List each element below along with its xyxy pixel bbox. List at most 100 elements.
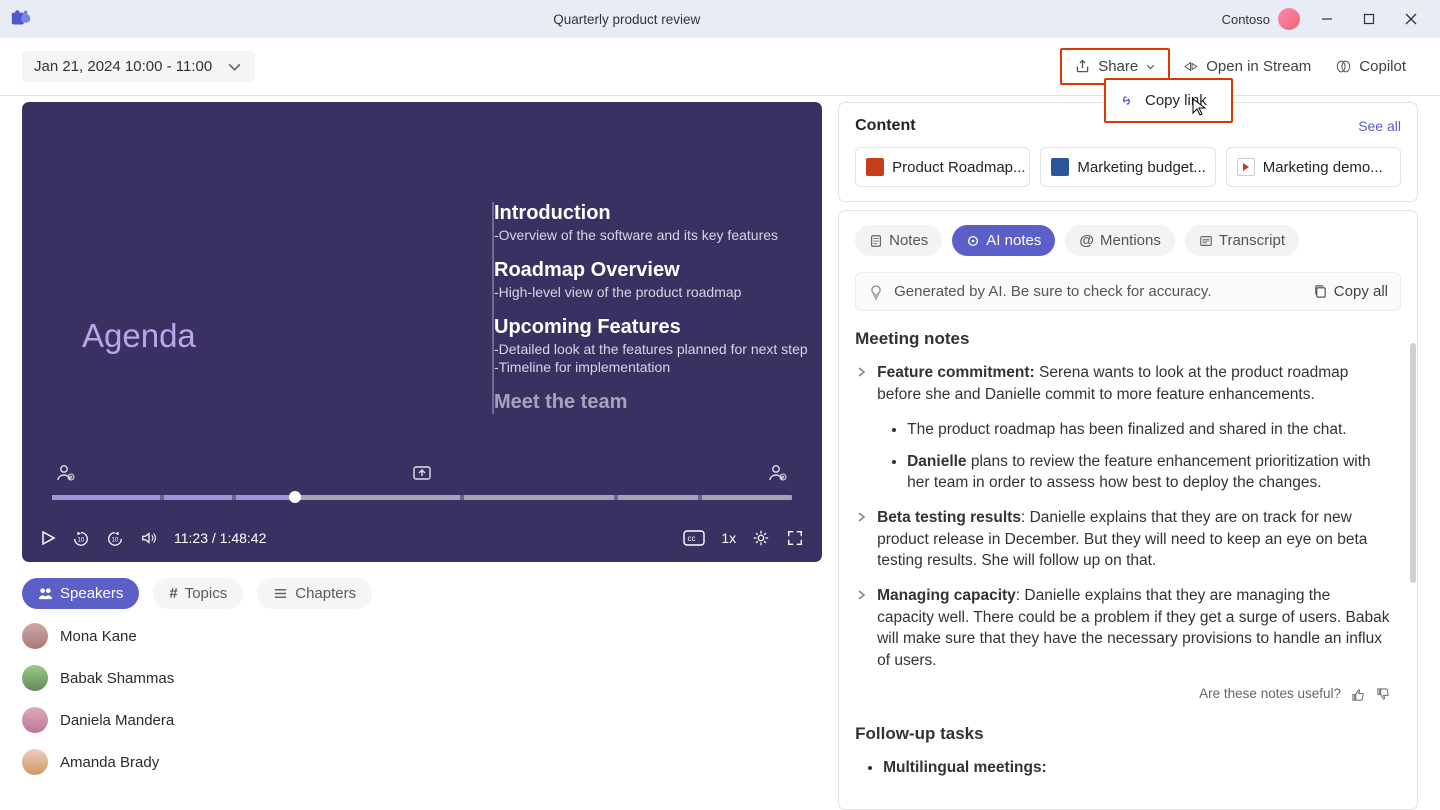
content-title: Content [855,117,915,135]
share-icon [1074,58,1091,75]
tab-transcript[interactable]: Transcript [1185,225,1299,256]
agenda-item-sub: -Timeline for implementation [494,359,822,375]
agenda-item-title: Upcoming Features [494,316,822,339]
note-sub-bullet: Danielle plans to review the feature enh… [907,451,1391,494]
doc-item[interactable]: Marketing demo... [1226,147,1401,187]
thumbs-down-button[interactable] [1376,687,1391,702]
account-name: Contoso [1222,12,1270,27]
rewind-10-button[interactable]: 10 [72,529,90,547]
agenda-item-sub: -Detailed look at the features planned f… [494,341,822,357]
cursor-icon [1191,97,1207,117]
note-item[interactable]: Beta testing results: Danielle explains … [855,507,1391,571]
note-item[interactable]: Feature commitment: Serena wants to look… [855,362,1391,405]
note-sub-bullet: The product roadmap has been finalized a… [907,419,1391,440]
open-in-stream-label: Open in Stream [1206,58,1311,75]
tab-ai-notes[interactable]: AI notes [952,225,1055,256]
lightbulb-icon [868,284,884,300]
speaker-row[interactable]: Daniela Mandera [22,707,822,733]
copy-icon [1313,284,1328,299]
date-range-label: Jan 21, 2024 10:00 - 11:00 [34,58,212,75]
copy-link-menu-item[interactable]: Copy link [1104,78,1233,123]
notes-tabs: Notes AI notes @Mentions Transcript [855,225,1401,256]
notes-body: Meeting notes Feature commitment: Serena… [855,327,1401,792]
svg-text:10: 10 [111,537,119,544]
slide-agenda-items: Introduction-Overview of the software an… [492,202,822,414]
teams-icon [10,8,32,30]
copy-all-button[interactable]: Copy all [1313,283,1388,300]
avatar-icon [22,749,48,775]
feedback-text: Are these notes useful? [1199,685,1341,704]
note-item[interactable]: Managing capacity: Danielle explains tha… [855,585,1391,671]
tab-topics[interactable]: #Topics [153,578,243,609]
tab-notes[interactable]: Notes [855,225,942,256]
tab-mentions[interactable]: @Mentions [1065,225,1175,256]
close-button[interactable] [1390,0,1432,38]
avatar-icon [22,707,48,733]
notes-card: Notes AI notes @Mentions Transcript Gene… [838,210,1418,810]
video-file-icon [1237,158,1255,176]
titlebar: Quarterly product review Contoso [0,0,1440,38]
scrollbar[interactable] [1410,343,1416,583]
powerpoint-icon [866,158,884,176]
share-label: Share [1098,58,1138,75]
volume-button[interactable] [140,529,158,547]
speaker-name: Babak Shammas [60,670,230,687]
copilot-button[interactable]: Copilot [1323,50,1418,83]
window-title: Quarterly product review [32,12,1222,27]
agenda-item-sub: -High-level view of the product roadmap [494,284,822,300]
chevron-right-icon [855,589,867,671]
stream-icon [1182,58,1199,75]
minimize-button[interactable] [1306,0,1348,38]
forward-10-button[interactable]: 10 [106,529,124,547]
meeting-notes-heading: Meeting notes [855,327,1391,350]
avatar-icon [22,665,48,691]
speakers-list: Mona Kane Babak Shammas [22,623,822,775]
settings-button[interactable] [752,529,770,547]
maximize-button[interactable] [1348,0,1390,38]
word-icon [1051,158,1069,176]
avatar-icon [22,623,48,649]
add-people-left-icon[interactable] [56,464,76,482]
tab-speakers[interactable]: Speakers [22,578,139,609]
followup-heading: Follow-up tasks [855,722,1391,745]
video-player[interactable]: Agenda Introduction-Overview of the soft… [22,102,822,562]
speaker-name: Amanda Brady [60,754,230,771]
timecode: 11:23 / 1:48:42 [174,530,266,546]
followup-item: Multilingual meetings: [883,757,1391,778]
tab-chapters[interactable]: Chapters [257,578,372,609]
screen-share-icon[interactable] [412,464,432,482]
thumbs-up-button[interactable] [1351,687,1366,702]
playback-speed[interactable]: 1x [721,530,736,546]
fullscreen-button[interactable] [786,529,804,547]
speaker-row[interactable]: Amanda Brady [22,749,822,775]
link-icon [1118,92,1135,109]
chevron-down-icon [226,58,243,75]
ai-banner: Generated by AI. Be sure to check for ac… [855,272,1401,311]
video-tabs: Speakers #Topics Chapters [22,578,822,609]
add-people-right-icon[interactable] [768,464,788,482]
agenda-item-title: Meet the team [494,391,822,414]
doc-item[interactable]: Marketing budget... [1040,147,1215,187]
date-range-select[interactable]: Jan 21, 2024 10:00 - 11:00 [22,51,255,82]
speaker-name: Mona Kane [60,628,230,645]
copilot-icon [1335,58,1352,75]
scrubber-knob[interactable] [289,491,301,503]
slide-agenda-label: Agenda [82,317,196,355]
see-all-link[interactable]: See all [1358,118,1401,134]
agenda-item-title: Roadmap Overview [494,259,822,282]
captions-button[interactable]: cc [683,530,705,546]
copilot-label: Copilot [1359,58,1406,75]
chevron-right-icon [855,511,867,571]
speaker-row[interactable]: Mona Kane [22,623,822,649]
svg-text:10: 10 [77,537,85,544]
play-button[interactable] [40,530,56,546]
account-info[interactable]: Contoso [1222,8,1300,30]
video-controls: 10 10 11:23 / 1:48:42 cc 1x [22,514,822,562]
avatar-icon [1278,8,1300,30]
scrubber[interactable] [52,495,792,500]
speaker-row[interactable]: Babak Shammas [22,665,822,691]
chevron-right-icon [855,366,867,405]
doc-item[interactable]: Product Roadmap... [855,147,1030,187]
speaker-name: Daniela Mandera [60,712,230,729]
agenda-item-title: Introduction [494,202,822,225]
